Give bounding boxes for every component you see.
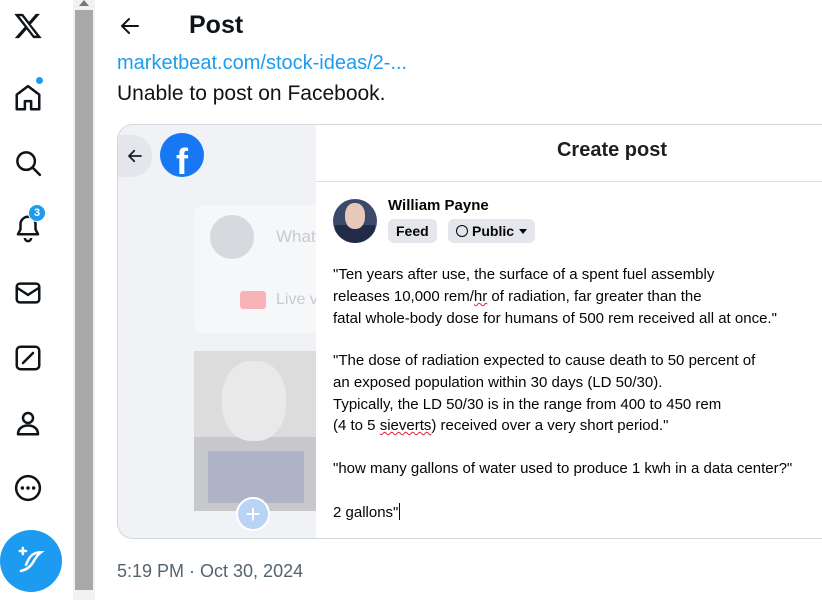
post-body-line: Typically, the LD 50/30 is in the range … [333, 396, 722, 413]
post-body-line: "how many gallons of water used to produ… [333, 460, 793, 477]
post-body-line: 2 gallons" [333, 503, 401, 521]
globe-icon [456, 225, 468, 237]
post-body-line: releases 10,000 rem/hr of radiation, far… [333, 288, 702, 305]
post-header: Post [96, 0, 822, 52]
audience-pill: Public [448, 219, 536, 243]
compose-icon [18, 546, 45, 573]
post-body-line: "The dose of radiation expected to cause… [333, 352, 756, 369]
post-image[interactable]: f What Live v + Create post William Payn… [117, 124, 822, 539]
post-link[interactable]: marketbeat.com/stock-ideas/2-... [117, 52, 407, 75]
compose-post-button[interactable] [0, 530, 62, 592]
live-video-icon [240, 291, 266, 309]
scroll-thumb[interactable] [75, 10, 93, 590]
profile-icon[interactable] [6, 401, 50, 445]
scroll-up-arrow-icon[interactable] [79, 0, 89, 6]
home-notification-dot [35, 76, 44, 85]
facebook-composer-placeholder: What [276, 227, 316, 246]
caret-down-icon [519, 228, 528, 234]
dialog-divider [316, 181, 822, 182]
facebook-live-label: Live v [276, 291, 318, 308]
messages-icon[interactable] [6, 271, 50, 315]
scrollbar[interactable] [73, 0, 95, 600]
search-icon[interactable] [6, 141, 50, 185]
facebook-photo [194, 351, 318, 511]
grok-icon[interactable] [6, 336, 50, 380]
notifications-icon[interactable]: 3 [6, 204, 50, 250]
post-text: Unable to post on Facebook. [117, 82, 386, 105]
post-body-line: fatal whole-body dose for humans of 500 … [333, 310, 777, 327]
x-logo-icon[interactable] [6, 4, 50, 48]
post-body-line: an exposed population within 30 days (LD… [333, 374, 663, 391]
post-timestamp[interactable]: 5:19 PM · Oct 30, 2024 [117, 561, 303, 582]
main-column: marketbeat.com/stock-ideas/2-... Post Un… [96, 0, 822, 600]
post-body-line: (4 to 5 sieverts) received over a very s… [333, 417, 669, 434]
notifications-badge: 3 [28, 204, 46, 222]
feed-pill: Feed [388, 219, 437, 243]
facebook-logo-icon: f [160, 133, 204, 177]
create-post-dialog: Create post William Payne Feed Public "T… [316, 125, 822, 538]
facebook-composer-avatar [210, 215, 254, 259]
back-arrow-icon [121, 18, 139, 34]
page-title: Post [189, 11, 244, 39]
text-cursor [399, 503, 401, 520]
dialog-title: Create post [556, 139, 668, 161]
home-icon[interactable] [6, 76, 50, 120]
left-nav: 3 [0, 0, 72, 600]
more-icon[interactable] [6, 466, 50, 510]
add-photo-icon: + [236, 497, 270, 531]
author-avatar [333, 199, 377, 243]
author-name: William Payne [388, 197, 489, 214]
back-button[interactable] [116, 12, 144, 40]
post-body-line: "Ten years after use, the surface of a s… [333, 266, 715, 283]
